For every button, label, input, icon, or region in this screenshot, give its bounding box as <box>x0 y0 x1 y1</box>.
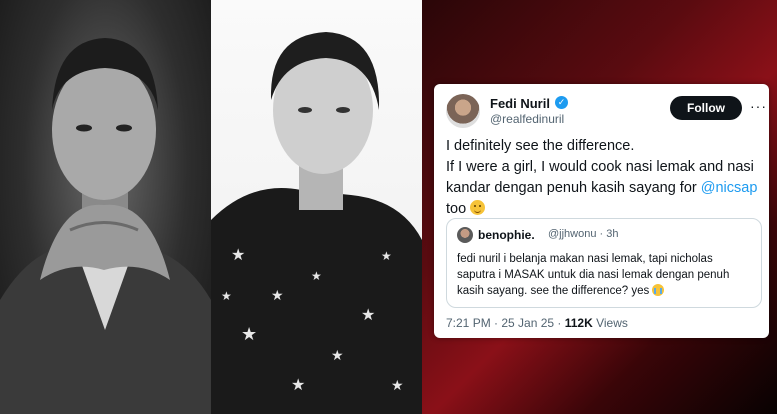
quoted-tweet[interactable]: benophie. @jjhwonu · 3h fedi nuril i bel… <box>446 218 762 308</box>
middle-portrait-illustration: ★ ★ ★ ★ ★ ★ ★ ★ ★ ★ <box>211 32 422 414</box>
tweet-timestamp[interactable]: 7:21 PM · 25 Jan 25 · <box>446 316 565 330</box>
svg-text:★: ★ <box>381 249 392 263</box>
middle-portrait-photo: ★ ★ ★ ★ ★ ★ ★ ★ ★ ★ <box>211 0 422 414</box>
svg-text:★: ★ <box>241 324 257 344</box>
mention-link[interactable]: @nicsap <box>701 180 758 196</box>
svg-text:★: ★ <box>231 247 245 264</box>
svg-text:★: ★ <box>361 307 375 324</box>
follow-button[interactable]: Follow <box>670 96 742 120</box>
tweet-card: Fedi Nuril ✓ @realfedinuril Follow ··· I… <box>434 84 769 338</box>
left-portrait-illustration <box>0 38 211 414</box>
svg-text:★: ★ <box>271 287 284 303</box>
quoted-author-handle-time: @jjhwonu · 3h <box>548 228 619 240</box>
tweet-line-1: I definitely see the difference. <box>446 138 635 154</box>
tweet-text: I definitely see the difference. If I we… <box>446 136 764 220</box>
svg-text:★: ★ <box>221 289 232 303</box>
quoted-author-name: benophie. <box>478 228 535 242</box>
tweet-line-2-end: too <box>446 201 467 217</box>
quoted-tweet-body: fedi nuril i belanja makan nasi lemak, t… <box>457 253 730 297</box>
quoted-tweet-text: fedi nuril i belanja makan nasi lemak, t… <box>457 251 753 299</box>
more-options-icon[interactable]: ··· <box>750 98 767 114</box>
winking-face-emoji-icon <box>470 200 486 215</box>
quoted-author-avatar <box>457 227 473 243</box>
author-avatar[interactable] <box>446 94 480 128</box>
author-name[interactable]: Fedi Nuril <box>490 96 550 111</box>
tweet-meta: 7:21 PM · 25 Jan 25 · 112K Views <box>446 316 628 330</box>
verified-badge-icon: ✓ <box>555 96 568 109</box>
left-portrait-photo <box>0 0 211 414</box>
svg-text:★: ★ <box>291 377 305 394</box>
svg-text:★: ★ <box>391 377 404 393</box>
author-handle[interactable]: @realfedinuril <box>490 112 564 126</box>
views-count: 112K <box>564 316 593 330</box>
svg-text:★: ★ <box>331 347 344 363</box>
loudly-crying-face-emoji-icon <box>652 284 665 296</box>
svg-text:★: ★ <box>311 269 322 283</box>
tweet-line-2: If I were a girl, I would cook nasi lema… <box>446 157 764 220</box>
views-label: Views <box>592 316 628 330</box>
